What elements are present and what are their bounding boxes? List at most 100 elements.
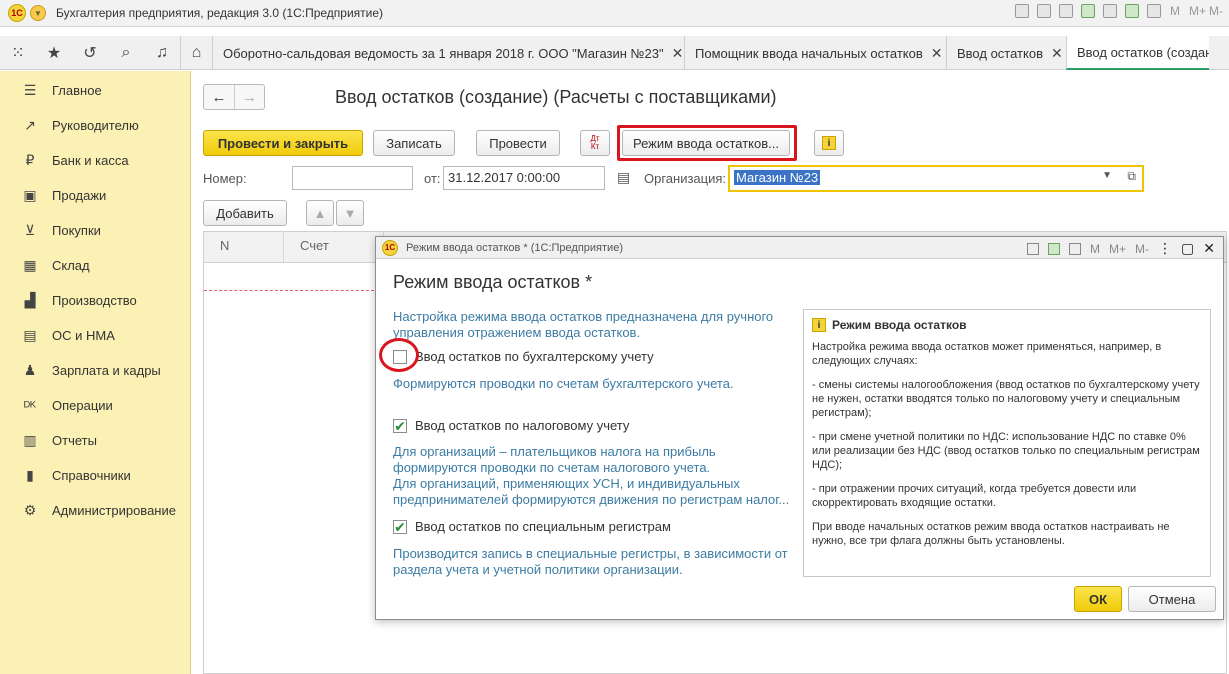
forward-arrow-icon[interactable]: → [234, 85, 264, 109]
info-title-text: Режим ввода остатков [832, 318, 967, 332]
option-accounting[interactable]: Ввод остатков по бухгалтерскому учету [393, 349, 654, 364]
memory-m-button[interactable]: M [1090, 242, 1100, 256]
dialog-titlebar: 1С Режим ввода остатков * (1С:Предприяти… [376, 237, 1223, 259]
cancel-button[interactable]: Отмена [1128, 586, 1216, 612]
info-panel: i Режим ввода остатков Настройка режима … [803, 309, 1211, 577]
checkbox-special-registers[interactable]: ✔ [393, 519, 407, 534]
star-icon[interactable]: ★ [36, 36, 72, 70]
window-titlebar: 1С ▼ Бухгалтерия предприятия, редакция 3… [0, 0, 1229, 27]
sidebar-item[interactable]: ▟ Производство [0, 283, 190, 318]
dialog-header: Режим ввода остатков * [393, 272, 593, 292]
memory-m-minus-button[interactable]: M- [1209, 4, 1223, 18]
info-panel-title: i Режим ввода остатков [812, 318, 1202, 332]
dt-kt-button[interactable]: Дт Кт [580, 130, 610, 156]
sidebar-item[interactable]: ᴰᴷ Операции [0, 388, 190, 423]
favorite-icon[interactable] [1103, 4, 1117, 18]
dt-kt-icon: ᴰᴷ [23, 397, 37, 414]
sidebar-item-label: Склад [52, 258, 90, 273]
sidebar-item[interactable]: ▥ Отчеты [0, 423, 190, 458]
close-icon[interactable]: ✕ [1203, 240, 1215, 257]
move-down-icon[interactable]: ▼ [336, 200, 364, 226]
info-paragraph: - при смене учетной политики по НДС: исп… [812, 431, 1200, 471]
sidebar-item-label: Справочники [52, 468, 131, 483]
titlebar-tools: M M+ M- [1015, 4, 1223, 18]
more-icon[interactable]: ⋮ [1158, 240, 1172, 257]
option-special-registers[interactable]: ✔ Ввод остатков по специальным регистрам [393, 519, 671, 534]
memory-m-plus-button[interactable]: M+ [1109, 242, 1126, 256]
tab-label: Ввод остатков [957, 45, 1043, 61]
checkbox-tax[interactable]: ✔ [393, 418, 407, 433]
number-field[interactable] [292, 166, 413, 190]
memory-m-plus-button[interactable]: M+ [1189, 4, 1206, 18]
sidebar-item[interactable]: ↗ Руководителю [0, 108, 190, 143]
sidebar-item[interactable]: ₽ Банк и касса [0, 143, 190, 178]
sidebar-item[interactable]: ▮ Справочники [0, 458, 190, 493]
sidebar-item-label: Отчеты [52, 433, 97, 448]
sidebar-item[interactable]: ▤ ОС и НМА [0, 318, 190, 353]
sidebar-item[interactable]: ⊻ Покупки [0, 213, 190, 248]
print-icon[interactable] [1037, 4, 1051, 18]
search-icon[interactable]: ⌕ [108, 36, 144, 70]
balance-mode-dialog: 1С Режим ввода остатков * (1С:Предприяти… [375, 236, 1224, 620]
home-icon[interactable]: ⌂ [180, 36, 212, 70]
history-icon[interactable]: ↺ [72, 36, 108, 70]
close-icon[interactable]: ✕ [1051, 45, 1063, 62]
memory-m-button[interactable]: M [1169, 4, 1181, 18]
tab-opening-balances-assistant[interactable]: Помощник ввода начальных остатков ✕ [684, 36, 946, 70]
sidebar-item[interactable]: ♟ Зарплата и кадры [0, 353, 190, 388]
option-accounting-label: Ввод остатков по бухгалтерскому учету [415, 349, 654, 364]
option-tax-label: Ввод остатков по налоговому учету [415, 418, 630, 433]
date-field[interactable]: 31.12.2017 0:00:00 [443, 166, 605, 190]
sidebar-item-label: Продажи [52, 188, 107, 203]
sidebar-item-label: Главное [52, 83, 102, 98]
link-icon[interactable] [1059, 4, 1073, 18]
upload-icon[interactable] [1081, 4, 1095, 18]
print-icon[interactable] [1027, 242, 1040, 255]
open-icon[interactable]: ⧉ [1127, 169, 1136, 184]
tab-balance-sheet[interactable]: Оборотно-сальдовая ведомость за 1 января… [212, 36, 684, 70]
close-icon[interactable]: ✕ [931, 45, 943, 62]
option-tax-desc: Для организаций – плательщиков налога на… [393, 444, 790, 507]
1c-logo-icon: 1С [382, 239, 398, 256]
sidebar-item[interactable]: ⚙ Администрирование [0, 493, 190, 528]
post-and-close-button[interactable]: Провести и закрыть [203, 130, 363, 156]
dropdown-arrow-icon[interactable]: ▼ [1102, 170, 1112, 181]
add-row-button[interactable]: Добавить [203, 200, 287, 226]
ok-button[interactable]: ОК [1074, 586, 1122, 612]
bell-icon[interactable]: ♫ [144, 36, 180, 70]
calendar-icon[interactable] [1147, 4, 1161, 18]
calculator-icon[interactable] [1048, 242, 1061, 255]
calculator-icon[interactable] [1125, 4, 1139, 18]
info-button[interactable]: i [814, 130, 844, 156]
sidebar-item-label: Руководителю [52, 118, 139, 133]
main-menu-button[interactable]: ▼ [30, 5, 46, 21]
apps-grid-icon[interactable]: ⁙ [0, 36, 36, 70]
comment-icon[interactable]: ▤ [617, 169, 630, 186]
post-button[interactable]: Провести [476, 130, 560, 156]
app-title: Бухгалтерия предприятия, редакция 3.0 (1… [56, 6, 384, 20]
save-button[interactable]: Записать [373, 130, 455, 156]
close-icon[interactable]: ✕ [672, 45, 684, 62]
column-n[interactable]: N [204, 232, 284, 262]
memory-m-minus-button[interactable]: M- [1135, 242, 1149, 256]
ruble-icon: ₽ [25, 152, 35, 168]
bag-icon: ▣ [23, 187, 37, 203]
info-paragraph: - при отражении прочих ситуаций, когда т… [812, 483, 1137, 509]
tab-balance-entry[interactable]: Ввод остатков ✕ [946, 36, 1066, 70]
sidebar-item-label: ОС и НМА [52, 328, 115, 343]
maximize-icon[interactable]: ▢ [1181, 240, 1194, 257]
sidebar-item[interactable]: ☰ Главное [0, 73, 190, 108]
organization-field[interactable]: Магазин №23 ▼ ⧉ [728, 165, 1144, 192]
sidebar-item-label: Покупки [52, 223, 101, 238]
tab-balance-entry-create[interactable]: Ввод остатков (создание [1066, 36, 1209, 70]
column-account[interactable]: Счет [284, 232, 384, 262]
sidebar-item[interactable]: ▣ Продажи [0, 178, 190, 213]
sidebar-item[interactable]: ▦ Склад [0, 248, 190, 283]
save-icon[interactable] [1015, 4, 1029, 18]
calendar-icon[interactable] [1069, 242, 1082, 255]
option-tax[interactable]: ✔ Ввод остатков по налоговому учету [393, 418, 629, 433]
move-up-icon[interactable]: ▲ [306, 200, 334, 226]
back-arrow-icon[interactable]: ← [204, 85, 234, 109]
sidebar-item-label: Банк и касса [52, 153, 129, 168]
option-special-desc: Производится запись в специальные регист… [393, 546, 788, 577]
